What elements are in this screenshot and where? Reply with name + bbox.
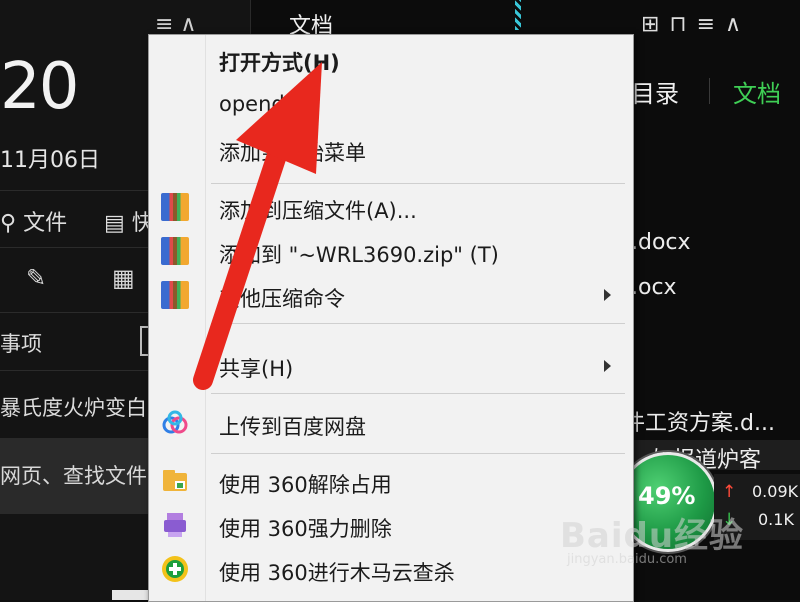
calculator-icon[interactable]: ▦: [112, 264, 135, 292]
menu-item-share[interactable]: 共享(H): [219, 353, 293, 383]
lock-icon[interactable]: ⊓: [669, 12, 696, 37]
baidu-watermark-url: jingyan.baidu.com: [567, 552, 687, 567]
baidu-watermark: Baidu经验: [560, 516, 745, 556]
menu-icon[interactable]: ≡: [697, 12, 725, 37]
edit-icon[interactable]: ✎: [26, 264, 46, 292]
todo-label: 事项: [0, 332, 42, 356]
menu-item-open-with[interactable]: 打开方式(H): [219, 47, 340, 77]
winrar-icon: [161, 237, 189, 265]
menu-item-opendlg[interactable]: opendlg: [219, 92, 304, 116]
submenu-arrow-icon: [604, 360, 611, 372]
collapse-icon[interactable]: ∧: [725, 12, 751, 37]
bottom-strip: [112, 590, 148, 600]
menu-separator: [211, 183, 625, 184]
tab-file[interactable]: ⚲ 文件: [0, 205, 67, 237]
download-speed: 0.1K: [758, 510, 794, 529]
tab-divider: [709, 78, 710, 104]
360-delete-icon: [161, 511, 189, 539]
memory-percent: 49%: [638, 482, 696, 510]
grid-icon[interactable]: ⊞: [641, 12, 669, 37]
menu-item-upload-baidu[interactable]: 上传到百度网盘: [219, 411, 366, 441]
menu-item-add-start-menu[interactable]: 添加到开始菜单: [219, 137, 366, 167]
menu-item-add-to-zip[interactable]: 添加到 "~WRL3690.zip" (T): [219, 239, 499, 269]
file-item[interactable]: 件工资方案.d...: [623, 405, 775, 437]
tab-directory[interactable]: 目录: [631, 74, 679, 109]
card-icon: ▤: [104, 211, 125, 236]
header-icons: ⊞⊓≡∧: [641, 12, 751, 37]
menu-separator: [211, 453, 625, 454]
tab-documents[interactable]: 文档: [733, 74, 781, 109]
menu-separator: [211, 393, 625, 394]
menu-item-other-compress[interactable]: 其他压缩命令: [219, 283, 345, 313]
360-scan-icon: [161, 555, 189, 583]
file-item[interactable]: .docx: [631, 230, 691, 255]
winrar-icon: [161, 193, 189, 221]
tab-quick[interactable]: ▤ 快: [104, 205, 154, 237]
big-number: 20: [0, 50, 79, 124]
file-item[interactable]: .ocx: [631, 275, 677, 300]
search-icon: ⚲: [0, 211, 17, 236]
search-input[interactable]: 网页、查找文件: [0, 460, 147, 490]
hint-text: 暴氏度火炉变白: [0, 396, 147, 420]
360-unlock-icon: [161, 467, 189, 495]
rope-decoration: [515, 0, 521, 30]
winrar-icon: [161, 281, 189, 309]
menu-item-add-archive[interactable]: 添加到压缩文件(A)...: [219, 195, 417, 225]
date-label: 11月06日: [0, 148, 100, 173]
menu-item-360-delete[interactable]: 使用 360强力删除: [219, 513, 392, 543]
menu-item-360-unlock[interactable]: 使用 360解除占用: [219, 469, 392, 499]
baidu-netdisk-icon: [161, 409, 189, 437]
menu-separator: [211, 323, 625, 324]
upload-arrow-icon: ↑: [722, 482, 737, 502]
menu-item-360-trojan-scan[interactable]: 使用 360进行木马云查杀: [219, 557, 455, 587]
submenu-arrow-icon: [604, 289, 611, 301]
upload-speed: 0.09K: [752, 482, 799, 501]
